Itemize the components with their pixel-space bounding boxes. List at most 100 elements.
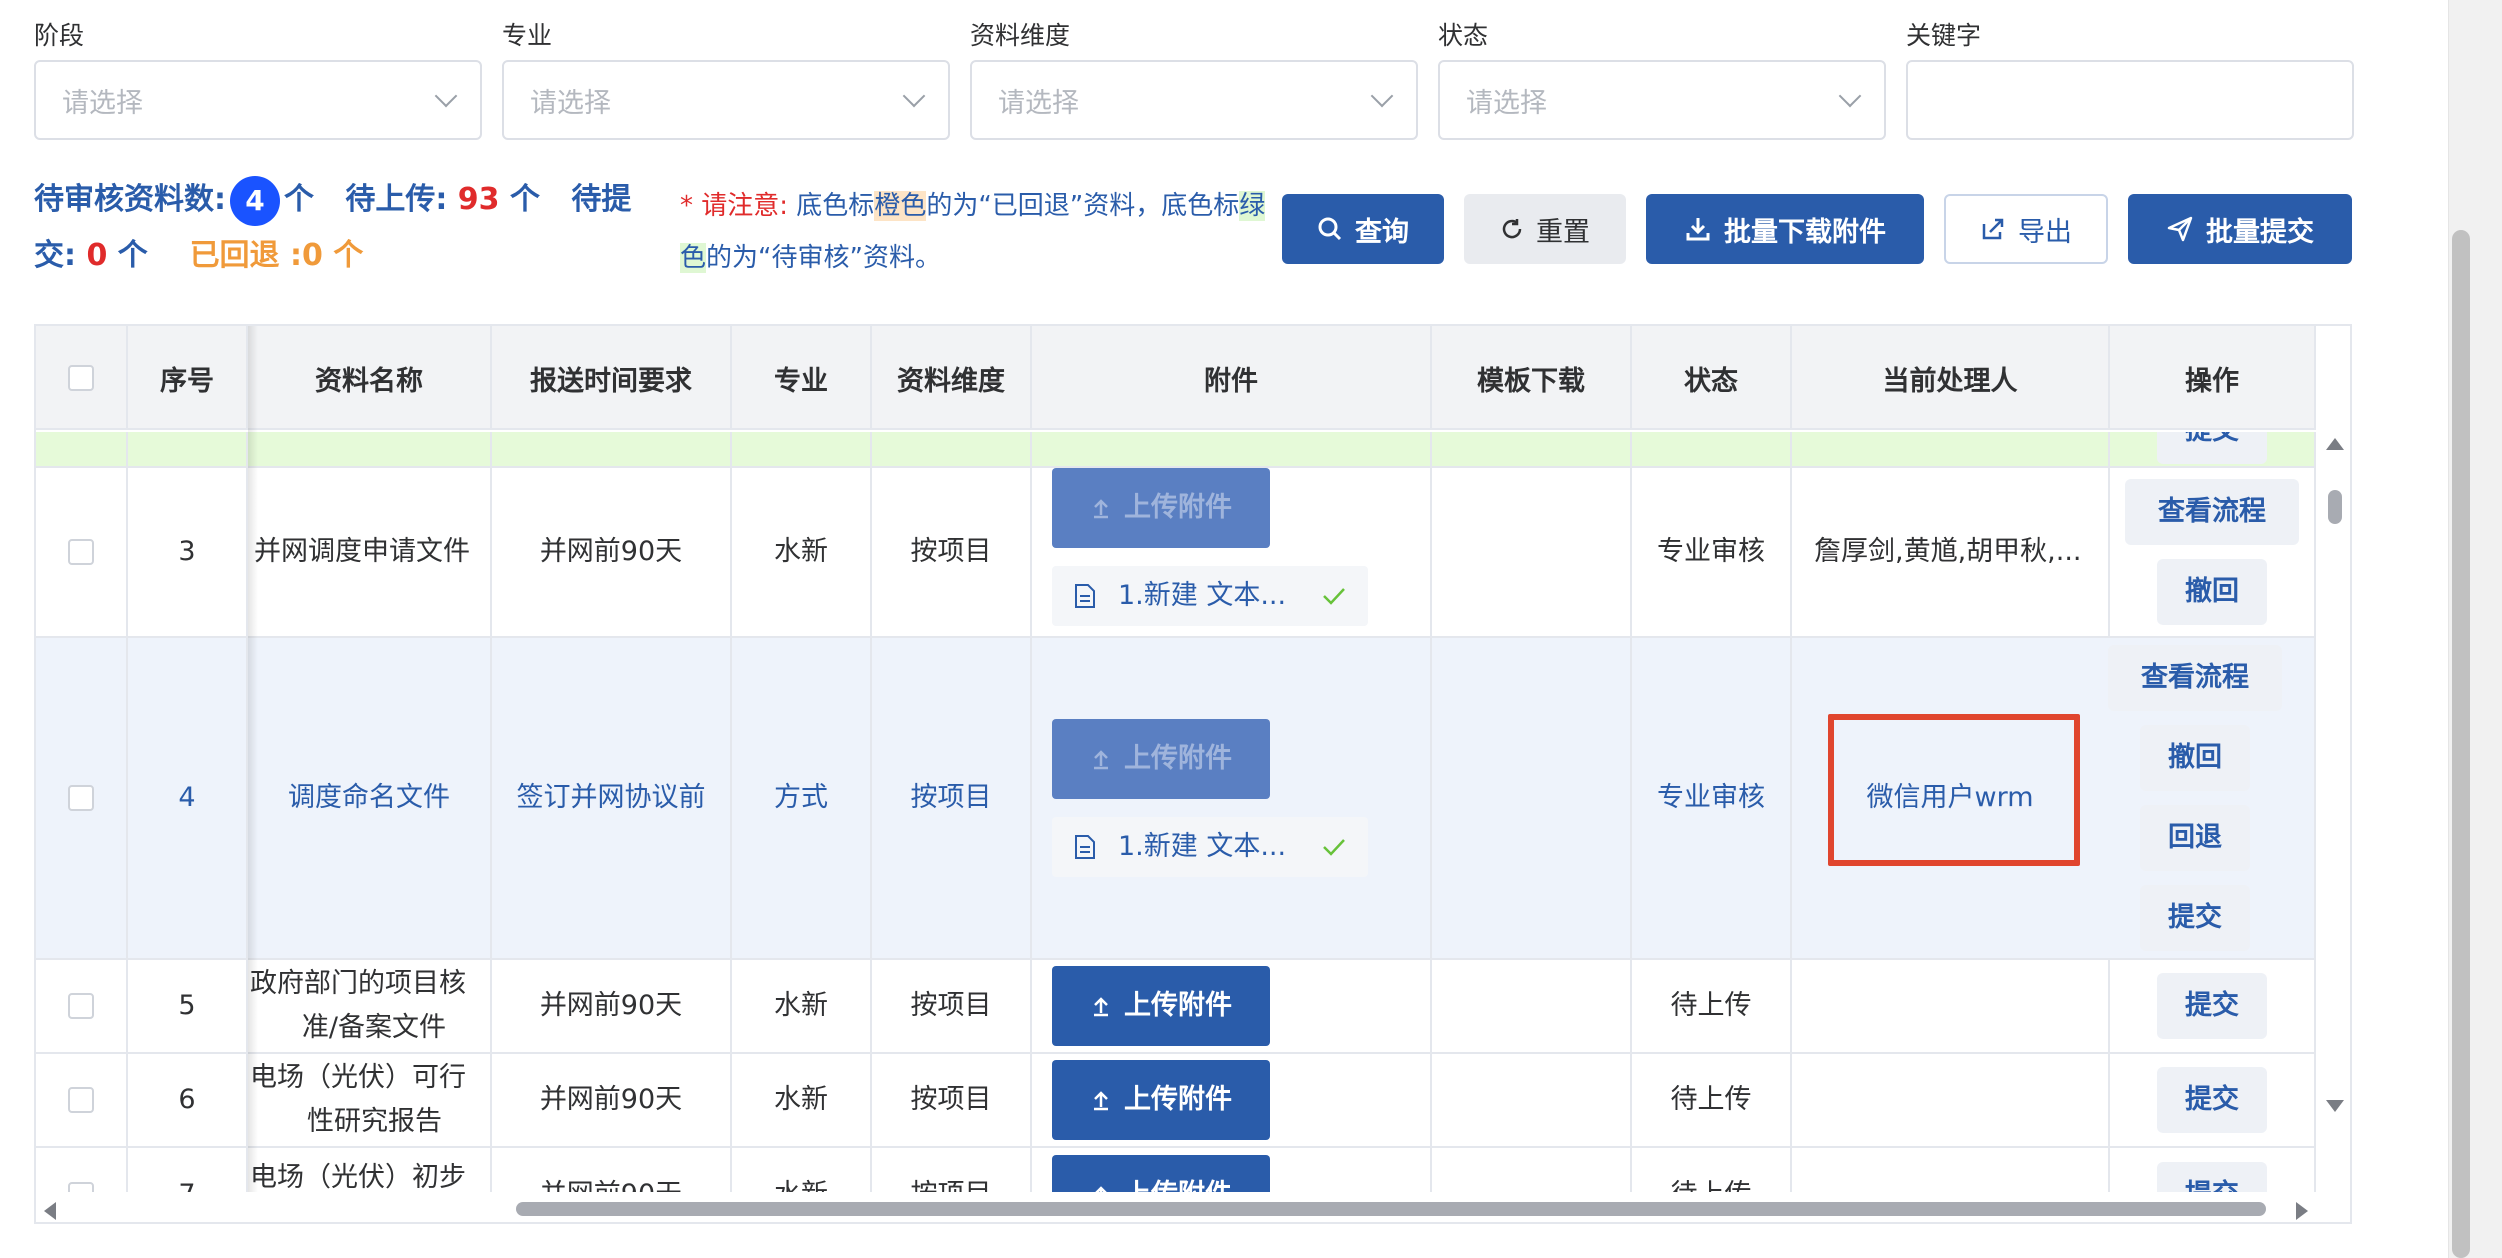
- cell-status: [1632, 432, 1792, 466]
- attachment-file[interactable]: 1.新建 文本...: [1052, 566, 1368, 626]
- major-select[interactable]: 请选择: [502, 60, 950, 140]
- cell-actions: 提交: [2110, 432, 2316, 466]
- upload-icon: [1094, 1091, 1108, 1111]
- table-vertical-scrollbar[interactable]: [2316, 430, 2350, 1124]
- header-dimension: 资料维度: [872, 326, 1032, 430]
- withdraw-button[interactable]: 撤回: [2140, 725, 2250, 791]
- header-template: 模板下载: [1432, 326, 1632, 430]
- pending-review-count[interactable]: 4: [230, 175, 280, 226]
- scroll-up-arrow-icon[interactable]: [2326, 438, 2344, 450]
- unit: 个: [117, 238, 148, 273]
- stage-select[interactable]: 请选择: [34, 60, 482, 140]
- cell-status: 待上传: [1632, 1054, 1792, 1146]
- select-all-checkbox[interactable]: [68, 365, 94, 391]
- row-checkbox[interactable]: [68, 1087, 94, 1113]
- reset-button[interactable]: 重置: [1464, 194, 1626, 264]
- cell-name: 并网调度申请文件: [248, 468, 492, 636]
- filter-major: 专业 请选择: [502, 18, 950, 140]
- check-icon: [1323, 588, 1345, 605]
- cell-template: [1432, 638, 1632, 958]
- cell-name: 调度命名文件: [248, 638, 492, 958]
- export-label: 导出: [2018, 216, 2072, 248]
- cell-dimension: 按项目: [872, 468, 1032, 636]
- select-placeholder: 请选择: [62, 87, 143, 119]
- document-icon: [1075, 584, 1095, 608]
- scroll-right-arrow-icon[interactable]: [2296, 1202, 2308, 1220]
- cell-template: [1432, 432, 1632, 466]
- dimension-select[interactable]: 请选择: [970, 60, 1418, 140]
- scroll-down-arrow-icon[interactable]: [2326, 1100, 2344, 1112]
- cell-name: [248, 432, 492, 466]
- upload-attachment-button[interactable]: 上传附件: [1052, 468, 1270, 548]
- batch-download-button[interactable]: 批量下载附件: [1646, 194, 1924, 264]
- submit-button[interactable]: 提交: [2157, 1067, 2267, 1133]
- upload-label: 上传附件: [1124, 492, 1232, 523]
- scroll-thumb[interactable]: [2328, 490, 2342, 524]
- upload-attachment-button[interactable]: 上传附件: [1052, 966, 1270, 1046]
- chevron-down-icon: [1370, 84, 1394, 108]
- cell-checkbox: [36, 1054, 128, 1146]
- header-attachment: 附件: [1032, 326, 1432, 430]
- submit-button[interactable]: 提交: [2140, 885, 2250, 951]
- cell-dimension: [872, 432, 1032, 466]
- unit: 个: [284, 182, 314, 217]
- unit: 个: [510, 182, 540, 217]
- document-name-line: 性研究报告: [307, 1106, 442, 1137]
- batch-submit-label: 批量提交: [2206, 216, 2314, 248]
- cell-handler: 詹厚剑,黄馗,胡甲秋,...: [1792, 468, 2110, 636]
- cell-template: [1432, 468, 1632, 636]
- row-checkbox[interactable]: [68, 993, 94, 1019]
- select-all-cell: [36, 326, 128, 430]
- keyword-input[interactable]: [1906, 60, 2354, 140]
- fixed-column-shadow: [248, 326, 258, 1222]
- select-placeholder: 请选择: [1466, 87, 1547, 119]
- return-button[interactable]: 回退: [2140, 805, 2250, 871]
- cell-dimension: 按项目: [872, 960, 1032, 1052]
- scroll-thumb[interactable]: [516, 1202, 2266, 1216]
- returned-count: 0: [302, 238, 323, 273]
- document-name-line: 准/备案文件: [301, 1012, 446, 1043]
- cell-handler: [1792, 960, 2110, 1052]
- cell-status: 专业审核: [1632, 638, 1792, 958]
- cell-major: 水新: [732, 1054, 872, 1146]
- header-time: 报送时间要求: [492, 326, 732, 430]
- query-button[interactable]: 查询: [1282, 194, 1444, 264]
- upload-icon: [1094, 750, 1108, 770]
- cell-attachment: 上传附件: [1032, 1054, 1432, 1146]
- upload-attachment-button[interactable]: 上传附件: [1052, 1060, 1270, 1140]
- cell-checkbox: [36, 960, 128, 1052]
- attachment-file[interactable]: 1.新建 文本...: [1052, 817, 1368, 877]
- select-placeholder: 请选择: [530, 87, 611, 119]
- status-select[interactable]: 请选择: [1438, 60, 1886, 140]
- cell-attachment: 上传附件: [1032, 960, 1432, 1052]
- row-checkbox[interactable]: [68, 785, 94, 811]
- batch-submit-button[interactable]: 批量提交: [2128, 194, 2352, 264]
- chevron-down-icon: [1838, 84, 1862, 108]
- cell-no: 4: [128, 638, 248, 958]
- cell-name: 电场（光伏）可行 性研究报告: [248, 1054, 492, 1146]
- submit-button[interactable]: 提交: [2157, 432, 2267, 464]
- search-icon: [1318, 217, 1342, 241]
- unit: 个: [333, 238, 364, 273]
- export-button[interactable]: 导出: [1944, 194, 2108, 264]
- table-horizontal-scrollbar[interactable]: [36, 1192, 2350, 1222]
- row-checkbox[interactable]: [68, 539, 94, 565]
- filter-label: 资料维度: [970, 21, 1071, 50]
- upload-attachment-button[interactable]: 上传附件: [1052, 719, 1270, 799]
- cell-checkbox: [36, 432, 128, 466]
- view-process-button[interactable]: 查看流程: [2125, 479, 2299, 545]
- view-process-button[interactable]: 查看流程: [2108, 645, 2282, 711]
- scroll-left-arrow-icon[interactable]: [44, 1202, 56, 1220]
- cell-time: 并网前90天: [492, 1054, 732, 1146]
- upload-label: 上传附件: [1124, 1084, 1232, 1115]
- page-scroll-thumb[interactable]: [2452, 230, 2470, 1258]
- filter-label: 关键字: [1906, 21, 1982, 50]
- withdraw-button[interactable]: 撤回: [2157, 559, 2267, 625]
- attachment-filename: 1.新建 文本...: [1118, 580, 1287, 611]
- send-icon: [2167, 216, 2193, 242]
- cell-status: 专业审核: [1632, 468, 1792, 636]
- header-status: 状态: [1632, 326, 1792, 430]
- submit-button[interactable]: 提交: [2157, 973, 2267, 1039]
- header-no: 序号: [128, 326, 248, 430]
- cell-checkbox: [36, 468, 128, 636]
